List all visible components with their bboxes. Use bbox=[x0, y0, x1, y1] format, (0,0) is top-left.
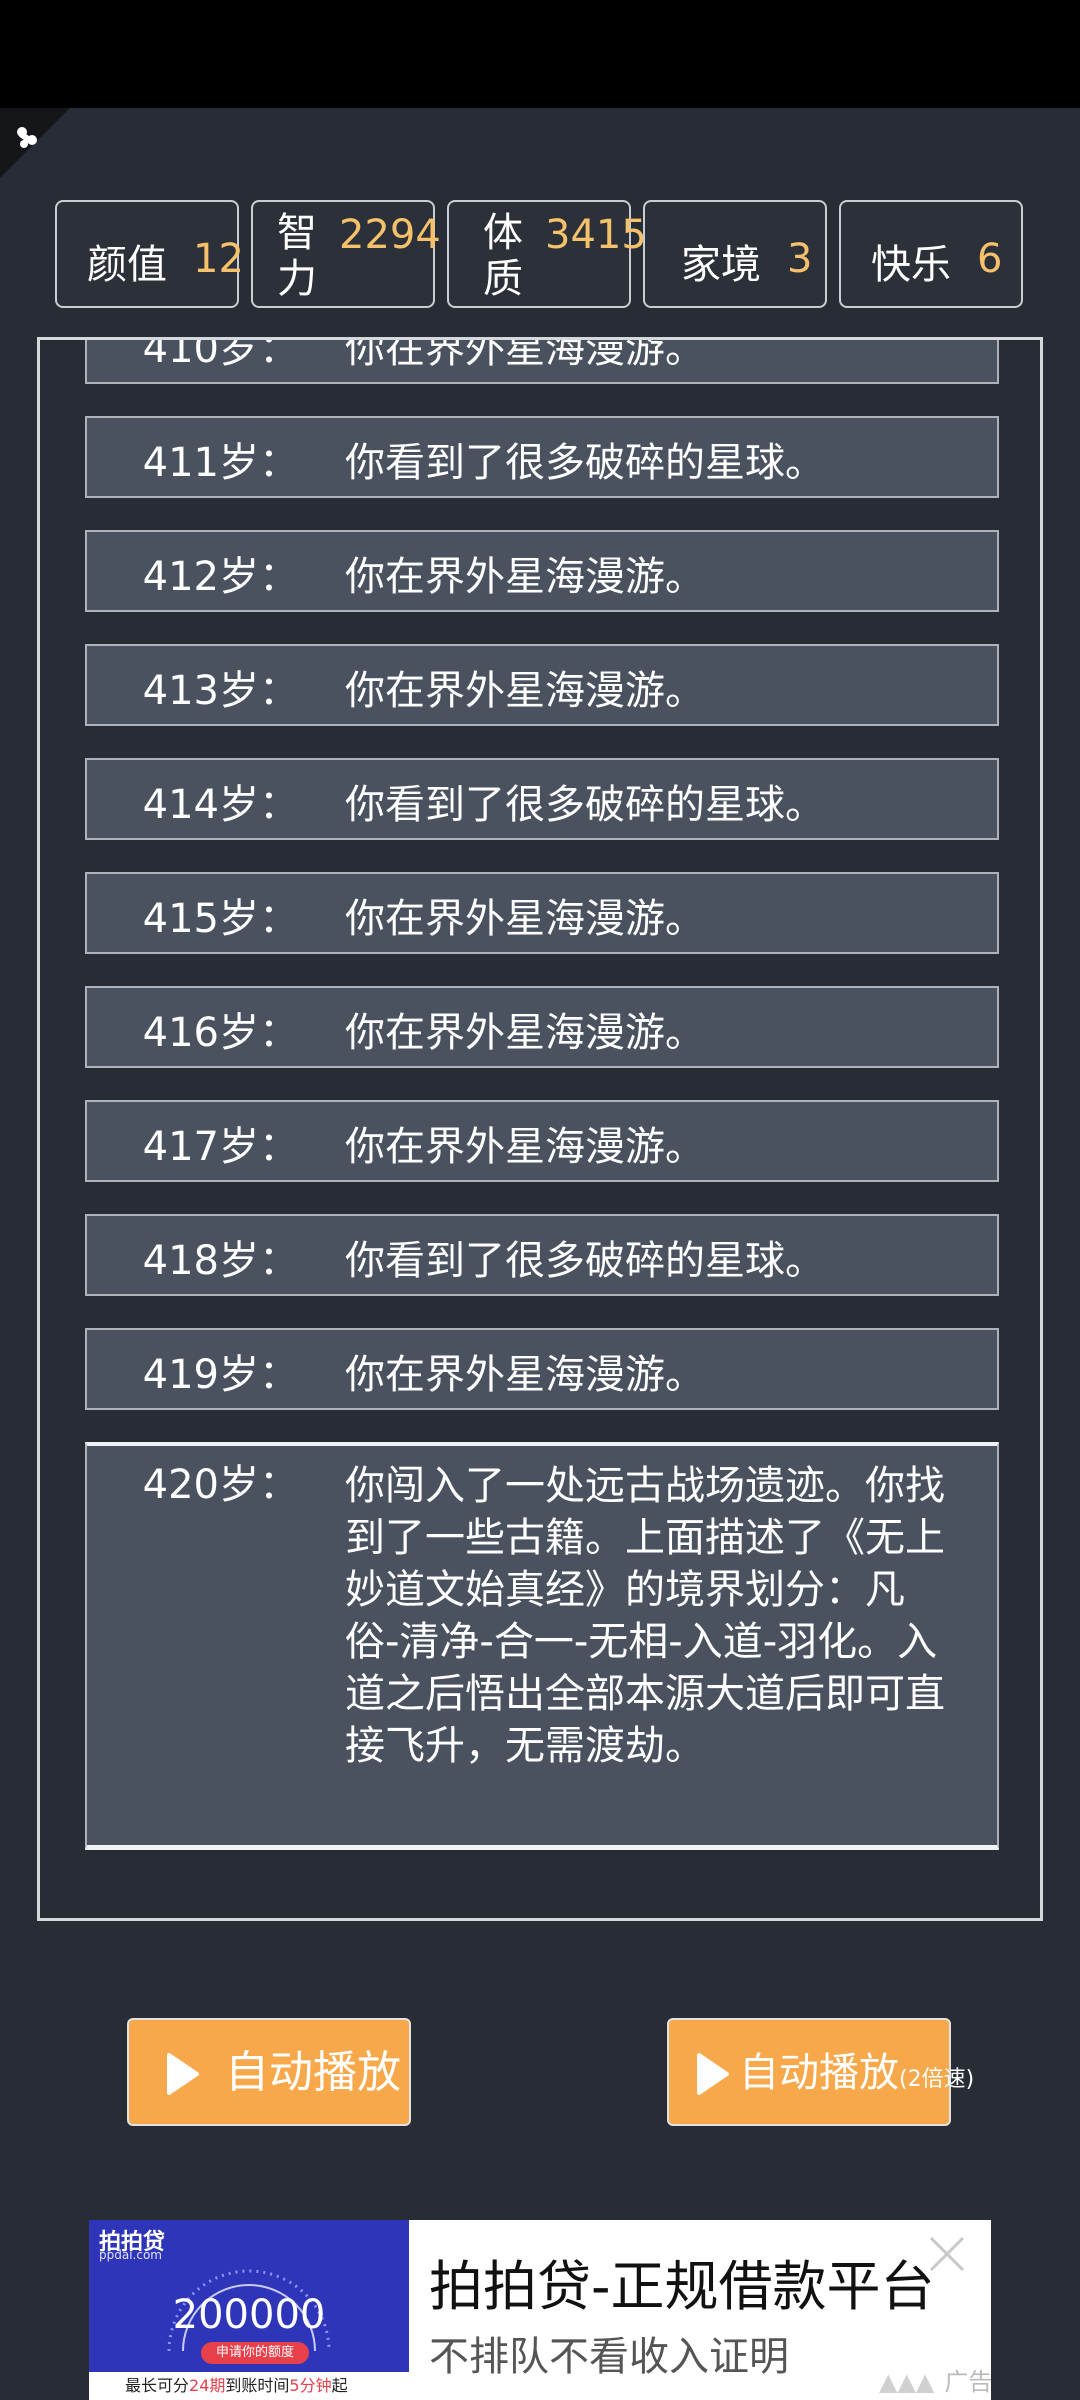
stat-happiness: 快乐 6 bbox=[839, 200, 1023, 308]
ad-footer: 最长可分24期到账时间5分钟起 bbox=[89, 2372, 409, 2400]
autoplay-label: 自动播放 bbox=[225, 2047, 401, 2098]
autoplay-button[interactable]: 自动播放 bbox=[127, 2018, 411, 2126]
stat-value: 3 bbox=[787, 236, 813, 282]
log-age: 417岁： bbox=[142, 1124, 299, 1170]
close-icon[interactable] bbox=[925, 2232, 969, 2276]
log-entry: 414岁： 你看到了很多破碎的星球。 bbox=[85, 758, 999, 840]
speed-badge: (2倍速) bbox=[899, 2067, 975, 2092]
log-text: 你在界外星海漫游。 bbox=[345, 1352, 705, 1398]
log-entry: 417岁： 你在界外星海漫游。 bbox=[85, 1100, 999, 1182]
ad-tag: ▲▲▲ 广告 bbox=[879, 2362, 991, 2397]
log-entry: 410岁： 你在界外星海漫游。 bbox=[85, 340, 999, 384]
ad-banner[interactable]: 拍拍贷 ppdai.com 200000 申请你的额度 最长可分24期到账时间5… bbox=[89, 2220, 991, 2400]
log-age: 412岁： bbox=[142, 554, 299, 600]
log-entry: 413岁： 你在界外星海漫游。 bbox=[85, 644, 999, 726]
ad-platform-icon: ▲▲▲ bbox=[879, 2368, 935, 2396]
ad-apply-button[interactable]: 申请你的额度 bbox=[201, 2342, 309, 2364]
ad-footer-time: 5分钟 bbox=[289, 2376, 332, 2395]
log-text: 你看到了很多破碎的星球。 bbox=[345, 440, 825, 486]
game-menu-icon[interactable] bbox=[0, 108, 70, 178]
log-age: 410岁： bbox=[142, 340, 299, 372]
stat-family: 家境 3 bbox=[643, 200, 827, 308]
log-age: 413岁： bbox=[142, 668, 299, 714]
stat-value: 6 bbox=[977, 236, 1003, 282]
life-log-panel[interactable]: 410岁： 你在界外星海漫游。 411岁： 你看到了很多破碎的星球。 412岁：… bbox=[37, 337, 1043, 1921]
log-entry: 419岁： 你在界外星海漫游。 bbox=[85, 1328, 999, 1410]
ad-footer-text: 到账时间 bbox=[225, 2376, 290, 2395]
autoplay-2x-label: 自动播放(2倍速) bbox=[739, 2044, 974, 2109]
ad-footer-period: 24期 bbox=[189, 2376, 226, 2395]
ad-image[interactable]: 拍拍贷 ppdai.com 200000 申请你的额度 最长可分24期到账时间5… bbox=[89, 2220, 409, 2400]
log-age: 416岁： bbox=[142, 1010, 299, 1056]
log-text: 你看到了很多破碎的星球。 bbox=[345, 1238, 825, 1284]
stat-label: 智力 bbox=[277, 210, 317, 302]
ad-footer-text: 最长可分 bbox=[125, 2376, 190, 2395]
log-entry: 416岁： 你在界外星海漫游。 bbox=[85, 986, 999, 1068]
log-age: 420岁： bbox=[142, 1462, 299, 1508]
stat-intelligence: 智力 2294 bbox=[251, 200, 441, 308]
ad-amount: 200000 bbox=[172, 2292, 326, 2338]
log-text: 你闯入了一处远古战场遗迹。你找到了一些古籍。上面描述了《无上妙道文始真经》的境界… bbox=[345, 1463, 945, 1769]
stat-label: 快乐 bbox=[871, 242, 951, 288]
log-age: 414岁： bbox=[142, 782, 299, 828]
stat-constitution: 体质 3415 bbox=[447, 200, 647, 308]
log-text: 你在界外星海漫游。 bbox=[345, 340, 705, 372]
ad-title[interactable]: 拍拍贷-正规借款平台 bbox=[429, 2242, 935, 2321]
stat-label: 家境 bbox=[681, 242, 761, 288]
log-entry: 411岁： 你看到了很多破碎的星球。 bbox=[85, 416, 999, 498]
stat-value: 3415 bbox=[545, 212, 647, 258]
log-entry: 418岁： 你看到了很多破碎的星球。 bbox=[85, 1214, 999, 1296]
autoplay-2x-button[interactable]: 自动播放(2倍速) bbox=[667, 2018, 974, 2126]
ad-domain: ppdai.com bbox=[99, 2248, 162, 2262]
ad-subtitle: 不排队不看收入证明 bbox=[429, 2334, 789, 2380]
stat-label: 体质 bbox=[483, 210, 523, 302]
log-age: 411岁： bbox=[142, 440, 299, 486]
status-bar bbox=[0, 0, 1080, 108]
log-age: 419岁： bbox=[142, 1352, 299, 1398]
stat-label: 颜值 bbox=[87, 242, 167, 288]
log-text: 你在界外星海漫游。 bbox=[345, 1124, 705, 1170]
attribute-bar: 颜值 12 智力 2294 体质 3415 家境 3 快乐 6 bbox=[55, 200, 1025, 312]
log-entry-current: 420岁： 你闯入了一处远古战场遗迹。你找到了一些古籍。上面描述了《无上妙道文始… bbox=[85, 1442, 999, 1850]
log-text: 你在界外星海漫游。 bbox=[345, 896, 705, 942]
stat-value: 2294 bbox=[339, 212, 441, 258]
log-age: 418岁： bbox=[142, 1238, 299, 1284]
stat-value: 12 bbox=[193, 236, 244, 282]
ad-tag-text: 广告 bbox=[944, 2368, 991, 2396]
life-log-list[interactable]: 410岁： 你在界外星海漫游。 411岁： 你看到了很多破碎的星球。 412岁：… bbox=[40, 340, 1040, 1918]
autoplay-2x-text: 自动播放 bbox=[739, 2050, 899, 2096]
log-text: 你在界外星海漫游。 bbox=[345, 554, 705, 600]
play-icon bbox=[697, 2053, 729, 2095]
log-entry: 415岁： 你在界外星海漫游。 bbox=[85, 872, 999, 954]
log-text: 你看到了很多破碎的星球。 bbox=[345, 782, 825, 828]
log-text: 你在界外星海漫游。 bbox=[345, 668, 705, 714]
ad-footer-text: 起 bbox=[331, 2376, 348, 2395]
log-age: 415岁： bbox=[142, 896, 299, 942]
stat-appearance: 颜值 12 bbox=[55, 200, 244, 308]
play-icon bbox=[167, 2053, 199, 2095]
log-entry: 412岁： 你在界外星海漫游。 bbox=[85, 530, 999, 612]
log-text: 你在界外星海漫游。 bbox=[345, 1010, 705, 1056]
